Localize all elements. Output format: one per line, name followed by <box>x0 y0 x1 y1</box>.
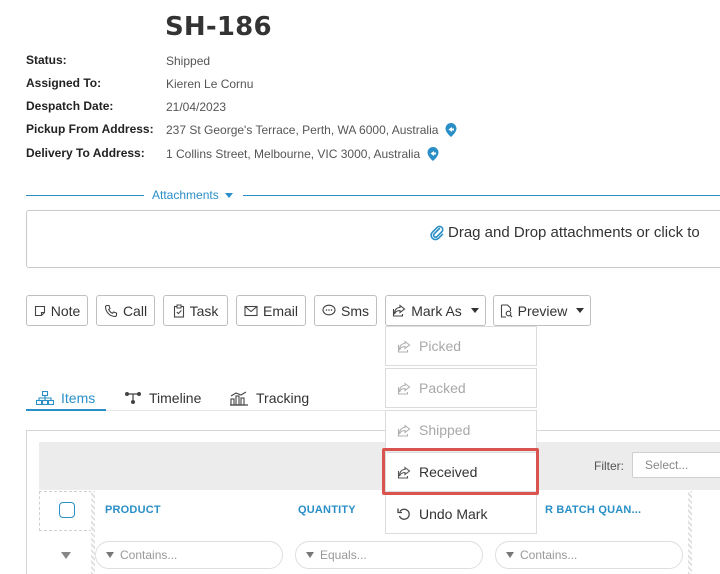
filter-icon <box>306 552 314 558</box>
share-icon <box>397 423 411 437</box>
column-header-product[interactable]: PRODUCT <box>105 504 161 516</box>
filter-icon[interactable] <box>61 552 71 559</box>
received-highlight-box <box>382 448 539 495</box>
pickup-address-text: 237 St George's Terrace, Perth, WA 6000,… <box>166 123 439 137</box>
select-all-checkbox[interactable] <box>59 502 75 518</box>
delivery-address-label: Delivery To Address: <box>26 146 145 160</box>
attachments-divider-right <box>243 195 720 196</box>
timeline-icon <box>125 392 141 404</box>
pickup-address-label: Pickup From Address: <box>26 122 154 136</box>
assigned-to-text: Kieren Le Cornu <box>166 77 254 91</box>
tab-items-label: Items <box>61 390 96 406</box>
attachments-toggle-label: Attachments <box>152 188 219 202</box>
shipment-title: SH-186 <box>165 12 272 42</box>
dropzone-text: Drag and Drop attachments or click to <box>448 224 700 241</box>
column-resize-handle[interactable] <box>91 491 95 574</box>
mark-as-label: Mark As <box>411 302 462 319</box>
quantity-filter-input[interactable]: Equals... <box>295 541 483 569</box>
call-button[interactable]: Call <box>96 295 155 326</box>
tab-tracking[interactable]: Tracking <box>229 390 309 406</box>
delivery-address-text: 1 Collins Street, Melbourne, VIC 3000, A… <box>166 147 421 161</box>
phone-icon <box>104 304 117 317</box>
share-icon <box>397 381 411 395</box>
mark-as-dropdown-button[interactable]: Mark As <box>385 295 486 326</box>
assigned-to-value: Kieren Le Cornu <box>166 77 253 91</box>
call-button-label: Call <box>122 302 148 319</box>
map-pin-icon[interactable] <box>426 146 440 162</box>
paperclip-icon <box>430 225 444 240</box>
product-filter-placeholder: Contains... <box>120 548 178 562</box>
status-value: Shipped <box>166 54 210 68</box>
hierarchy-icon <box>36 391 54 405</box>
quantity-filter-placeholder: Equals... <box>320 548 367 562</box>
filter-icon <box>106 552 114 558</box>
status-text: Shipped <box>166 54 211 68</box>
grid-filter-label: Filter: <box>594 459 624 473</box>
tab-tracking-label: Tracking <box>256 390 310 406</box>
chevron-down-icon <box>576 308 585 313</box>
despatch-date-value: 21/04/2023 <box>166 100 226 114</box>
sms-button[interactable]: Sms <box>314 295 377 326</box>
menu-item-shipped[interactable]: Shipped <box>385 410 537 450</box>
assigned-to-label: Assigned To: <box>26 76 102 90</box>
menu-item-packed-label: Packed <box>419 380 466 396</box>
column-header-quantity[interactable]: QUANTITY <box>298 504 356 516</box>
delivery-address-value: 1 Collins Street, Melbourne, VIC 3000, A… <box>166 146 440 162</box>
note-button[interactable]: Note <box>26 295 88 326</box>
map-pin-icon[interactable] <box>444 122 458 138</box>
document-search-icon <box>500 303 513 318</box>
envelope-icon <box>244 305 258 316</box>
despatch-date-text: 21/04/2023 <box>166 100 227 114</box>
batch-quantity-filter-placeholder: Contains... <box>520 548 578 562</box>
menu-item-shipped-label: Shipped <box>419 422 471 438</box>
email-button-label: Email <box>263 302 299 319</box>
column-header-batch-quantity[interactable]: R BATCH QUAN... <box>545 504 641 516</box>
tab-items[interactable]: Items <box>36 390 95 406</box>
menu-item-picked[interactable]: Picked <box>385 326 537 366</box>
preview-label: Preview <box>517 302 568 319</box>
menu-item-undo-mark-label: Undo Mark <box>419 506 488 522</box>
tab-timeline-label: Timeline <box>149 390 202 406</box>
sms-button-label: Sms <box>341 302 369 319</box>
chevron-down-icon <box>470 308 479 313</box>
product-filter-input[interactable]: Contains... <box>95 541 283 569</box>
menu-item-picked-label: Picked <box>419 338 462 354</box>
undo-icon <box>397 508 410 520</box>
tab-timeline[interactable]: Timeline <box>124 390 201 406</box>
share-icon <box>393 304 406 317</box>
note-button-label: Note <box>50 302 81 319</box>
share-icon <box>397 339 411 353</box>
clipboard-check-icon <box>173 304 184 318</box>
preview-dropdown-button[interactable]: Preview <box>493 295 591 326</box>
pickup-address-value: 237 St George's Terrace, Perth, WA 6000,… <box>166 122 458 138</box>
batch-quantity-filter-input[interactable]: Contains... <box>495 541 683 569</box>
note-icon <box>34 305 45 316</box>
despatch-date-label: Despatch Date: <box>26 99 114 113</box>
task-button-label: Task <box>189 302 219 319</box>
attachments-toggle[interactable]: Attachments <box>152 188 233 202</box>
menu-item-undo-mark[interactable]: Undo Mark <box>385 494 537 534</box>
attachments-divider-left <box>26 195 144 196</box>
menu-item-packed[interactable]: Packed <box>385 368 537 408</box>
task-button[interactable]: Task <box>163 295 228 326</box>
caret-down-icon <box>224 192 233 198</box>
email-button[interactable]: Email <box>236 295 306 326</box>
tracking-icon <box>230 391 248 406</box>
column-resize-handle[interactable] <box>688 491 692 574</box>
chat-bubble-icon <box>322 304 336 316</box>
active-tab-indicator <box>26 409 106 411</box>
filter-icon <box>506 552 514 558</box>
status-label: Status: <box>26 53 67 67</box>
dropzone-label: Drag and Drop attachments or click to <box>430 224 700 241</box>
grid-filter-select[interactable]: Select... <box>632 452 720 478</box>
